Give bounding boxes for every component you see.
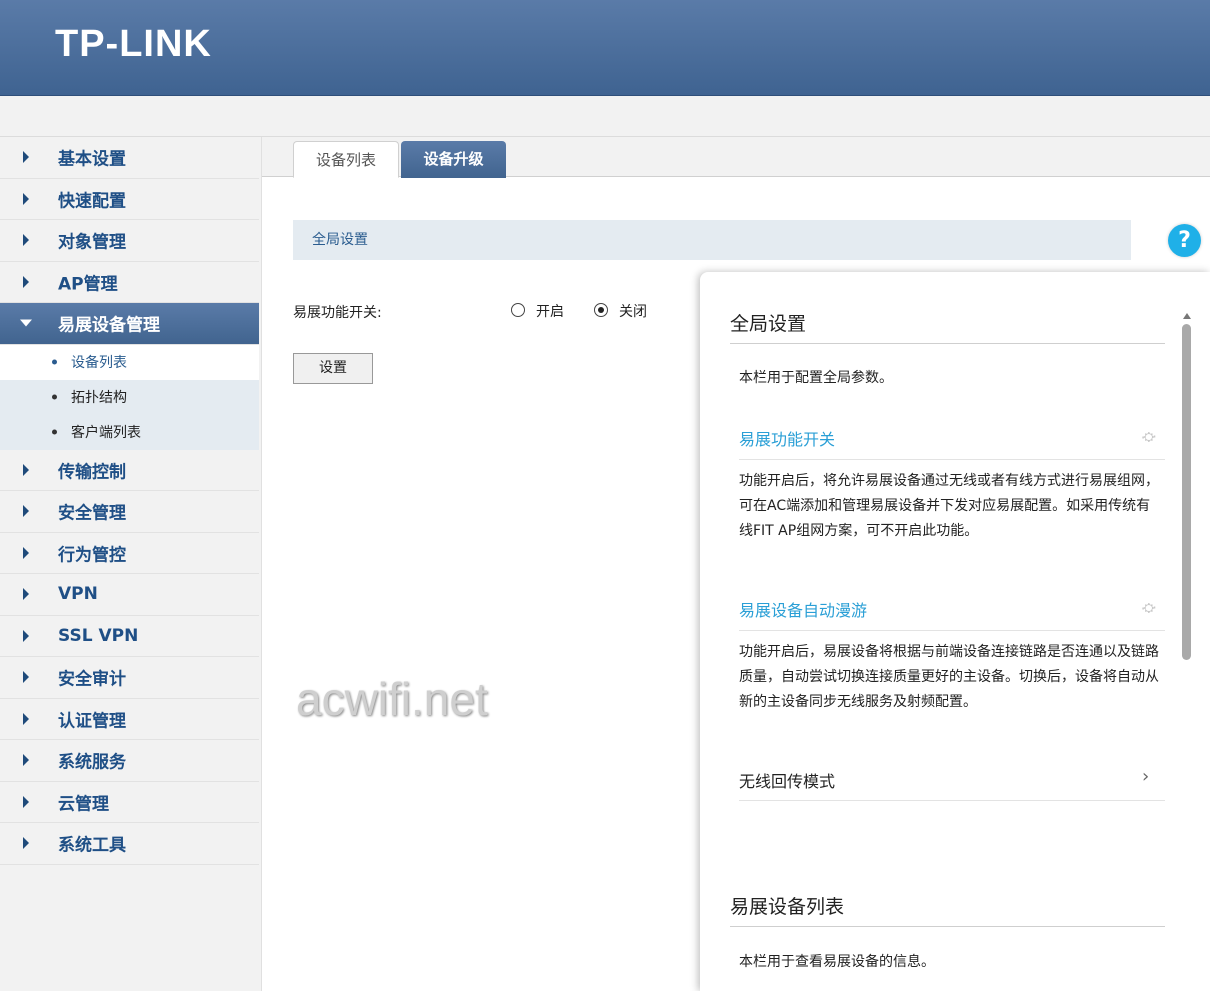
header-subbar xyxy=(0,96,1210,137)
sidebar-item-label: 传输控制 xyxy=(58,462,126,483)
sidebar-item-label: 系统工具 xyxy=(58,835,126,856)
caret-right-icon xyxy=(23,546,29,559)
bullet-icon xyxy=(52,394,57,400)
sidebar-item-label: 认证管理 xyxy=(58,711,126,732)
pin-icon[interactable]: ⛮ xyxy=(1142,601,1156,616)
divider xyxy=(730,343,1165,344)
divider xyxy=(730,926,1165,927)
caret-right-icon xyxy=(23,505,29,518)
sidebar-item-label: 安全管理 xyxy=(58,503,126,524)
app-header: TP-LINK xyxy=(0,0,1210,96)
divider xyxy=(739,459,1165,460)
sidebar-item-easy-mesh-management[interactable]: 易展设备管理 xyxy=(0,303,259,345)
tab-bar: 设备列表 设备升级 xyxy=(262,137,1210,178)
section-title-global-settings: 全局设置 xyxy=(293,220,1131,260)
caret-right-icon xyxy=(23,837,29,850)
sidebar-item-system-services[interactable]: 系统服务 xyxy=(0,740,259,782)
sidebar-subitem-label: 设备列表 xyxy=(71,355,127,371)
help-panel-title-global: 全局设置 xyxy=(730,313,807,335)
sidebar-item-behavior-control[interactable]: 行为管控 xyxy=(0,533,259,574)
help-icon[interactable]: ? xyxy=(1168,224,1201,257)
sidebar-item-security-management[interactable]: 安全管理 xyxy=(0,491,259,533)
radio-enable[interactable] xyxy=(511,303,525,317)
tab-device-list[interactable]: 设备列表 xyxy=(293,141,399,178)
sidebar-item-ap-management[interactable]: AP管理 xyxy=(0,262,259,303)
radio-disable[interactable] xyxy=(594,303,608,317)
sidebar-item-vpn[interactable]: VPN xyxy=(0,574,259,616)
caret-right-icon xyxy=(23,712,29,725)
pin-icon[interactable]: ⛮ xyxy=(1142,430,1156,445)
help-panel-title-device-list: 易展设备列表 xyxy=(730,896,845,918)
divider xyxy=(739,630,1165,631)
sidebar: 基本设置 快速配置 对象管理 AP管理 易展设备管理 设备列表 拓扑结构 客户端… xyxy=(0,137,262,991)
sidebar-item-label: 快速配置 xyxy=(58,191,126,212)
caret-right-icon xyxy=(23,192,29,205)
radio-enable-label[interactable]: 开启 xyxy=(536,301,564,321)
help-panel-sub-easy-mesh-switch: 易展功能开关 xyxy=(739,430,836,449)
caret-right-icon xyxy=(23,275,29,288)
help-panel-desc-device-list: 本栏用于查看易展设备的信息。 xyxy=(739,954,935,970)
sidebar-item-label: 对象管理 xyxy=(58,232,126,253)
sidebar-subitem-device-list[interactable]: 设备列表 xyxy=(0,344,259,380)
caret-down-icon xyxy=(20,319,32,327)
tp-link-logo: TP-LINK xyxy=(55,23,212,65)
sidebar-item-label: SSL VPN xyxy=(58,625,139,646)
caret-right-icon xyxy=(23,588,29,601)
caret-right-icon xyxy=(23,795,29,808)
sidebar-item-security-audit[interactable]: 安全审计 xyxy=(0,657,259,699)
sidebar-item-transmission-control[interactable]: 传输控制 xyxy=(0,450,259,491)
help-panel-row-wireless-backhaul[interactable]: 无线回传模式 xyxy=(739,768,835,792)
bullet-icon xyxy=(52,359,57,365)
sidebar-item-basic-settings[interactable]: 基本设置 xyxy=(0,137,259,179)
sidebar-subitem-topology[interactable]: 拓扑结构 xyxy=(0,380,259,415)
help-panel-text-easy-mesh-switch: 功能开启后，将允许易展设备通过无线或者有线方式进行易展组网，可在AC端添加和管理… xyxy=(739,473,1159,539)
sidebar-item-label: 易展设备管理 xyxy=(58,315,160,336)
caret-right-icon xyxy=(23,463,29,476)
divider xyxy=(739,800,1165,801)
set-button[interactable]: 设置 xyxy=(293,353,373,384)
radio-disable-label[interactable]: 关闭 xyxy=(619,301,647,321)
sidebar-item-auth-management[interactable]: 认证管理 xyxy=(0,699,259,740)
help-panel-sub-auto-roaming: 易展设备自动漫游 xyxy=(739,601,868,620)
scrollbar-thumb[interactable] xyxy=(1182,324,1191,660)
caret-right-icon xyxy=(23,234,29,247)
sidebar-item-quick-config[interactable]: 快速配置 xyxy=(0,179,259,220)
sidebar-subitem-label: 拓扑结构 xyxy=(71,390,127,406)
watermark: acwifi.net xyxy=(296,673,488,725)
chevron-right-icon[interactable]: › xyxy=(1142,766,1149,787)
easy-mesh-switch-label: 易展功能开关: xyxy=(293,305,382,321)
help-panel: 全局设置 本栏用于配置全局参数。 易展功能开关 ⛮ 功能开启后，将允许易展设备通… xyxy=(700,272,1210,991)
caret-right-icon xyxy=(23,754,29,767)
sidebar-subitem-client-list[interactable]: 客户端列表 xyxy=(0,415,259,450)
sidebar-item-label: 行为管控 xyxy=(58,545,126,566)
caret-right-icon xyxy=(23,629,29,642)
sidebar-item-cloud-management[interactable]: 云管理 xyxy=(0,782,259,823)
sidebar-item-label: AP管理 xyxy=(58,274,118,295)
sidebar-item-label: 云管理 xyxy=(58,794,109,815)
sidebar-item-label: 系统服务 xyxy=(58,752,126,773)
scroll-up-arrow-icon[interactable] xyxy=(1183,313,1191,319)
bullet-icon xyxy=(52,429,57,435)
tab-device-upgrade[interactable]: 设备升级 xyxy=(401,141,506,178)
sidebar-item-object-management[interactable]: 对象管理 xyxy=(0,220,259,262)
help-panel-desc-global: 本栏用于配置全局参数。 xyxy=(739,370,893,386)
sidebar-item-system-tools[interactable]: 系统工具 xyxy=(0,823,259,865)
caret-right-icon xyxy=(23,671,29,684)
sidebar-item-label: 基本设置 xyxy=(58,149,126,170)
sidebar-item-ssl-vpn[interactable]: SSL VPN xyxy=(0,616,259,657)
sidebar-subitem-label: 客户端列表 xyxy=(71,425,141,441)
help-panel-text-auto-roaming: 功能开启后，易展设备将根据与前端设备连接链路是否连通以及链路质量，自动尝试切换连… xyxy=(739,644,1159,710)
sidebar-item-label: 安全审计 xyxy=(58,669,126,690)
sidebar-submenu: 设备列表 拓扑结构 客户端列表 xyxy=(0,344,259,450)
sidebar-item-label: VPN xyxy=(58,584,98,605)
caret-right-icon xyxy=(23,151,29,164)
